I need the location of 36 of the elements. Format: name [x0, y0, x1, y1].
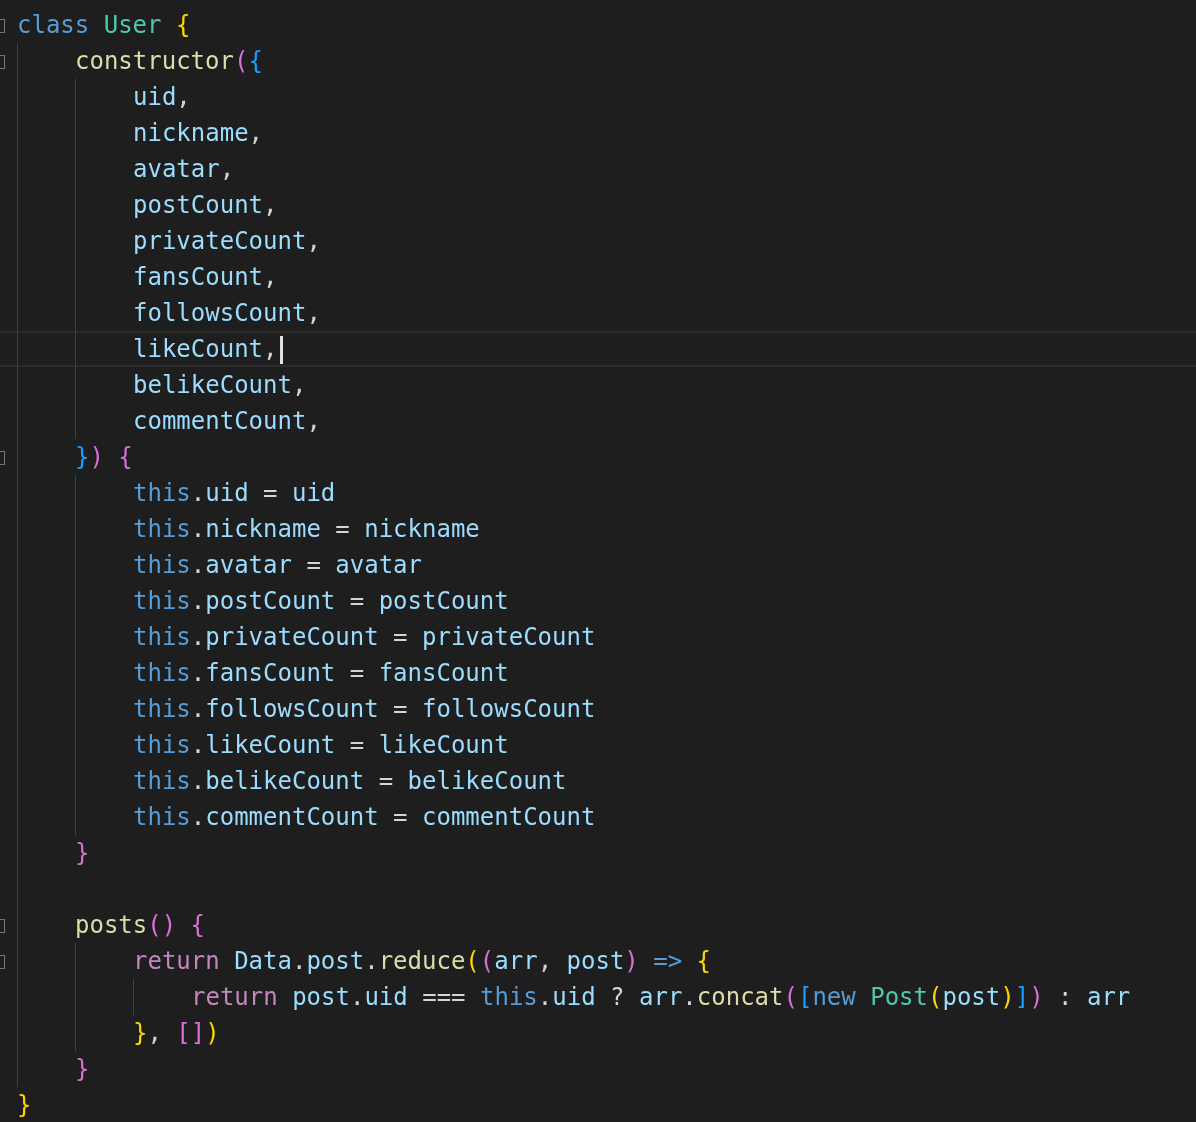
code-line: return Data.post.reduce((arr, post) => {: [133, 946, 712, 977]
code-line: this.privateCount = privateCount: [133, 622, 596, 653]
code-line: }) {: [75, 442, 133, 473]
fold-icon[interactable]: [0, 451, 5, 465]
code-line: fansCount,: [133, 262, 278, 293]
code-line: }: [17, 1090, 32, 1121]
fold-icon[interactable]: [0, 919, 5, 933]
fold-icon[interactable]: [0, 955, 5, 969]
code-line: class User {: [17, 10, 191, 41]
code-line: this.uid = uid: [133, 478, 336, 509]
code-line: this.avatar = avatar: [133, 550, 422, 581]
code-line: }: [75, 1054, 90, 1085]
code-line: belikeCount,: [133, 370, 307, 401]
code-line: this.likeCount = likeCount: [133, 730, 509, 761]
code-line: }: [75, 838, 90, 869]
code-line: privateCount,: [133, 226, 321, 257]
code-line: followsCount,: [133, 298, 321, 329]
fold-icon[interactable]: [0, 19, 5, 33]
code-line: this.followsCount = followsCount: [133, 694, 596, 725]
code-line: this.commentCount = commentCount: [133, 802, 596, 833]
code-line: }, []): [133, 1018, 220, 1049]
fold-icon[interactable]: [0, 55, 5, 69]
code-line: likeCount,: [133, 334, 278, 365]
code-line: this.postCount = postCount: [133, 586, 509, 617]
code-line: avatar,: [133, 154, 235, 185]
code-line: postCount,: [133, 190, 278, 221]
code-line: uid,: [133, 82, 191, 113]
code-line: this.fansCount = fansCount: [133, 658, 509, 689]
code-line: this.nickname = nickname: [133, 514, 480, 545]
text-cursor: [279, 336, 283, 364]
code-line: this.belikeCount = belikeCount: [133, 766, 567, 797]
code-line: return post.uid === this.uid ? arr.concat([new Post(post)]) : arr: [191, 982, 1131, 1013]
code-line: commentCount,: [133, 406, 321, 437]
code-line: nickname,: [133, 118, 264, 149]
code-line: constructor({: [75, 46, 263, 77]
code-line: posts() {: [75, 910, 206, 941]
